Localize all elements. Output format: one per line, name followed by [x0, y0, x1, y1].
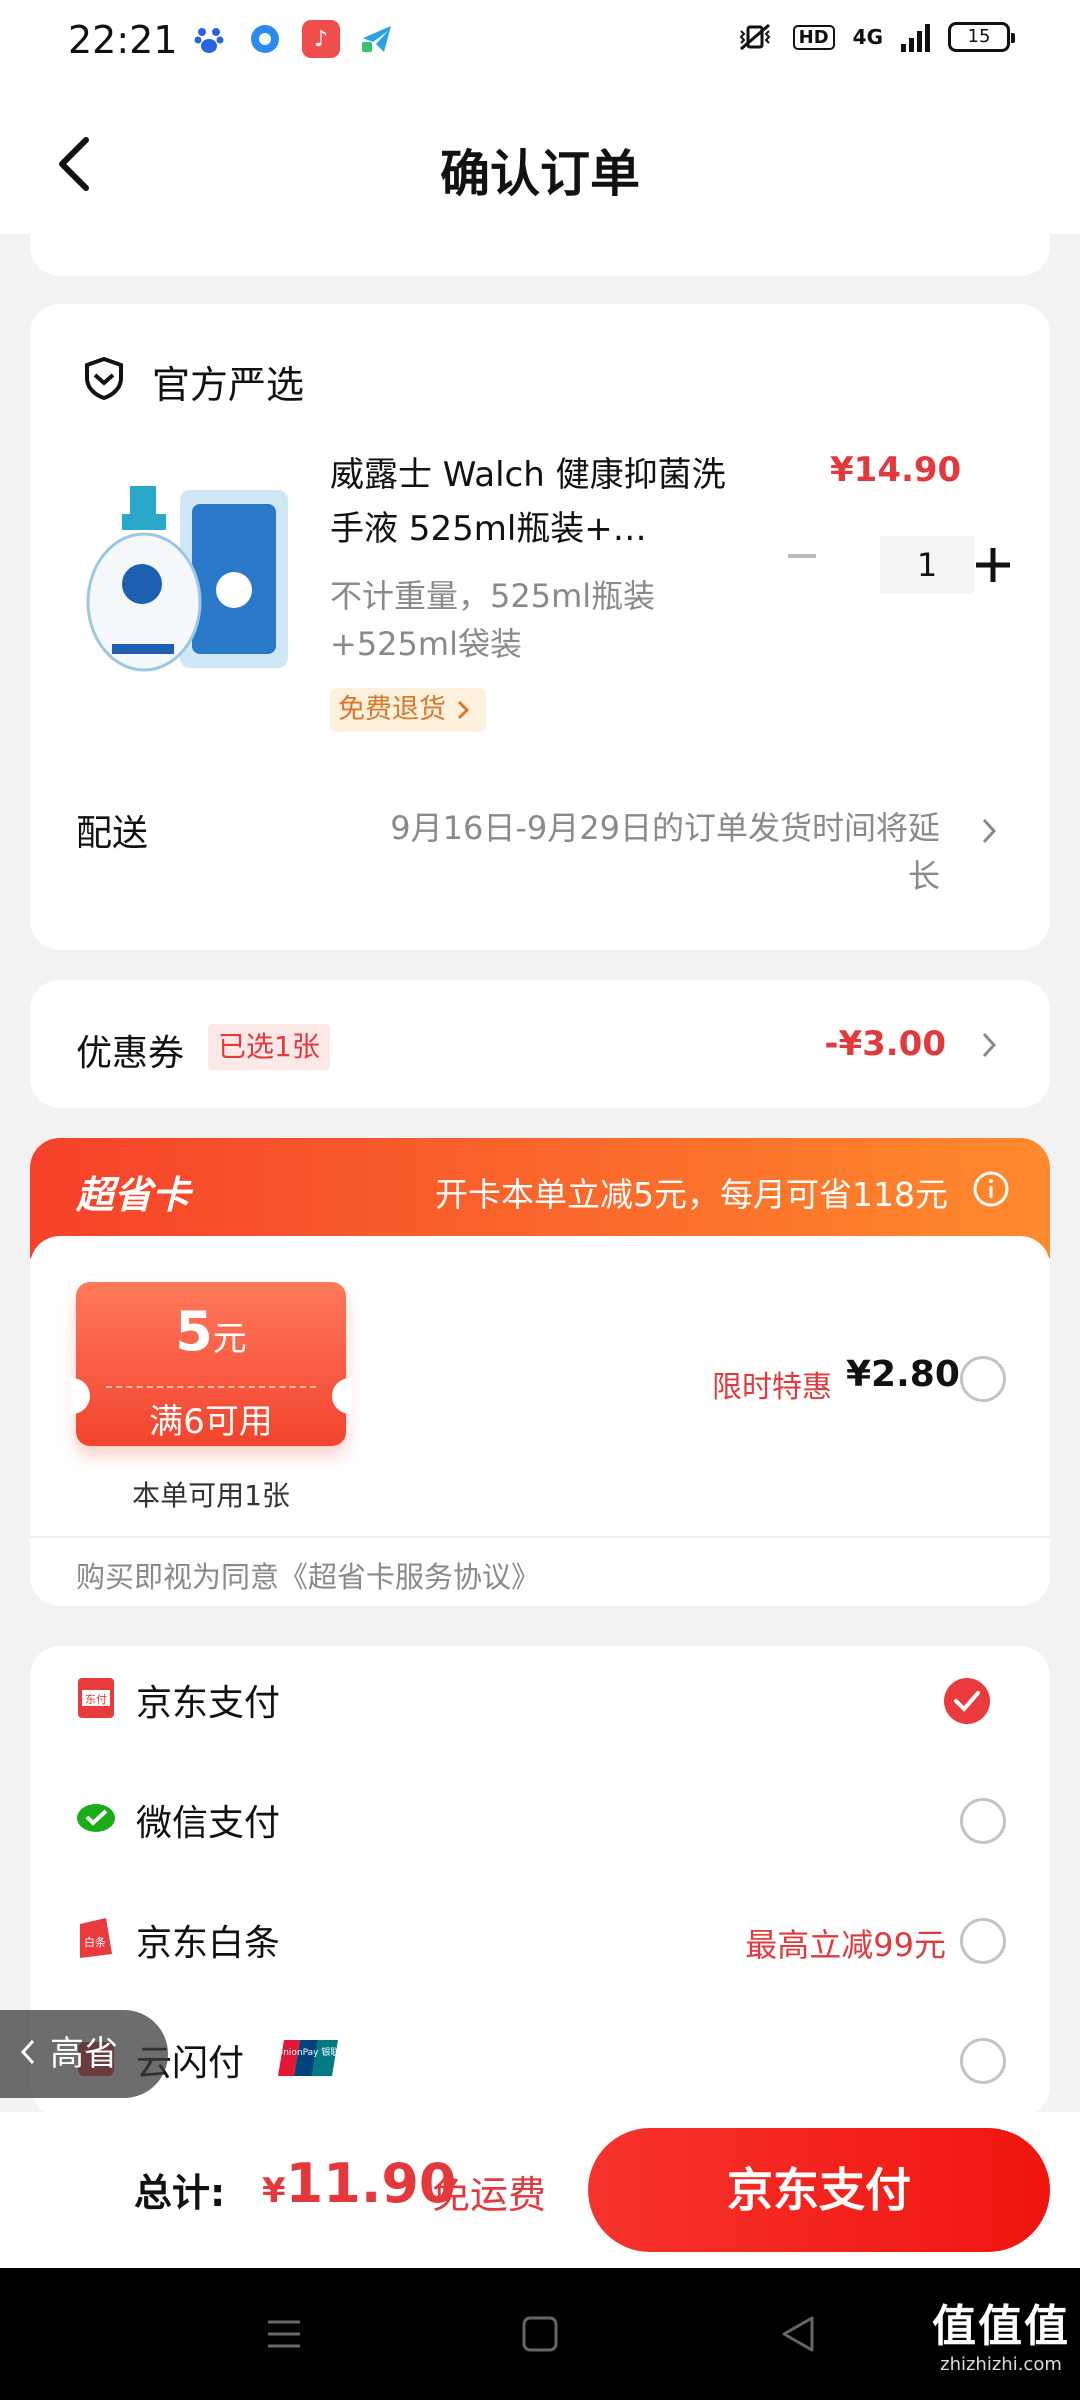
- total-label: 总计:: [134, 2171, 226, 2215]
- status-indicators: HD 4G 15: [735, 22, 1015, 52]
- super-saver-body: 5元 满6可用 本单可用1张 限时特惠 ¥2.80 购买即视为同意《超省卡服务协…: [30, 1236, 1050, 1606]
- coupon-selected-badge: 已选1张: [208, 1024, 330, 1070]
- submit-pay-button[interactable]: 京东支付: [588, 2128, 1050, 2252]
- free-return-label: 免费退货: [338, 694, 446, 725]
- voucher-availability: 本单可用1张: [132, 1479, 290, 1512]
- payment-radio[interactable]: [960, 1918, 1006, 1964]
- voucher-condition: 满6可用: [149, 1402, 273, 1442]
- watermark: 值值值 zhizhizhi.com: [932, 2290, 1070, 2375]
- svg-text:东付: 东付: [85, 1693, 107, 1706]
- delivery-label: 配送: [76, 813, 149, 854]
- signal-icon: [901, 22, 930, 52]
- product-title[interactable]: 威露士 Walch 健康抑菌洗手液 525ml瓶装+…: [330, 448, 750, 556]
- quantity-minus-button[interactable]: [782, 536, 822, 576]
- back-triangle-icon[interactable]: [776, 2312, 820, 2356]
- side-float-label: 高省: [50, 2034, 118, 2074]
- chevron-right-icon[interactable]: [980, 1030, 998, 1060]
- payment-methods-card: 东付 京东支付 微信支付 白条 京东白条 最高立减99元 云闪付 UnionPa…: [30, 1646, 1050, 2116]
- coupon-amount: -¥3.00: [824, 1024, 946, 1064]
- info-icon[interactable]: [972, 1170, 1010, 1208]
- payment-option-baitiao[interactable]: 白条 京东白条 最高立减99元: [30, 1886, 1050, 1996]
- chevron-right-icon: [457, 700, 470, 720]
- vibrate-icon: [739, 23, 771, 51]
- shield-icon: [85, 356, 123, 400]
- coupon-label: 优惠券: [76, 1033, 185, 1074]
- payment-promo: 最高立减99元: [745, 1926, 946, 1964]
- status-bar: 22:21 ♪ HD 4G 15: [0, 0, 1080, 84]
- qq-browser-icon: [246, 20, 284, 58]
- chevron-right-icon[interactable]: [980, 816, 998, 846]
- product-price: ¥14.90: [830, 450, 962, 490]
- side-float-button[interactable]: 高省: [0, 2010, 168, 2098]
- payment-radio[interactable]: [960, 1798, 1006, 1844]
- jd-pay-icon: 东付: [78, 1678, 114, 1718]
- telegram-icon: [358, 20, 396, 58]
- unionpay-badge: UnionPay 银联: [278, 2040, 338, 2076]
- watermark-logo: 值值值: [932, 2301, 1070, 2352]
- baidu-icon: [190, 20, 228, 58]
- super-saver-radio[interactable]: [960, 1356, 1006, 1402]
- divider: [30, 1536, 1050, 1538]
- total-amount: ¥11.90: [262, 2152, 457, 2215]
- checked-radio-icon[interactable]: [944, 1678, 990, 1724]
- payment-radio[interactable]: [960, 2038, 1006, 2084]
- delivery-text[interactable]: 9月16日-9月29日的订单发货时间将延长: [360, 804, 940, 900]
- free-return-tag[interactable]: 免费退货: [330, 688, 486, 732]
- status-time: 22:21: [68, 18, 178, 62]
- system-nav-bar: 值值值 zhizhizhi.com: [0, 2268, 1080, 2400]
- chevron-left-icon: [20, 2039, 35, 2065]
- shop-name: 官方严选: [152, 363, 305, 407]
- hd-badge: HD: [792, 24, 835, 50]
- page-title: 确认订单: [440, 145, 640, 203]
- menu-icon[interactable]: [262, 2312, 306, 2356]
- quantity-value[interactable]: 1: [880, 536, 974, 594]
- svg-text:UnionPay 银联: UnionPay 银联: [278, 2046, 338, 2058]
- page-header: 确认订单: [0, 84, 1080, 234]
- coupon-card[interactable]: 优惠券 已选1张 -¥3.00: [30, 980, 1050, 1108]
- product-spec: 不计重量，525ml瓶装+525ml袋装: [330, 577, 656, 663]
- payment-option-wechat[interactable]: 微信支付: [30, 1766, 1050, 1876]
- payment-label: 京东白条: [136, 1923, 281, 1964]
- music-icon: ♪: [302, 20, 340, 58]
- network-type: 4G: [852, 25, 883, 49]
- super-saver-agreement[interactable]: 购买即视为同意《超省卡服务协议》: [76, 1554, 540, 1596]
- limited-offer-label: 限时特惠: [712, 1370, 832, 1405]
- status-app-icons: ♪: [190, 20, 396, 58]
- battery-icon: 15: [948, 22, 1015, 52]
- super-saver-promo: 开卡本单立减5元，每月可省118元: [435, 1175, 948, 1214]
- address-card-partial: [30, 234, 1050, 276]
- quantity-plus-button[interactable]: [970, 542, 1016, 588]
- voucher-divider: [106, 1386, 316, 1388]
- home-icon[interactable]: [518, 2312, 562, 2356]
- jd-baitiao-icon: 白条: [80, 1918, 112, 1958]
- voucher[interactable]: 5元 满6可用: [70, 1282, 352, 1446]
- payment-label: 微信支付: [136, 1803, 281, 1844]
- payment-label: 京东支付: [136, 1683, 281, 1724]
- super-saver-price: ¥2.80: [846, 1354, 960, 1395]
- product-image[interactable]: [82, 484, 292, 684]
- product-card: 官方严选 威露士 Walch 健康抑菌洗手液 525ml瓶装+… ¥14.90 …: [30, 304, 1050, 950]
- checkout-bar: 总计: ¥11.90 免运费 京东支付: [0, 2112, 1080, 2268]
- voucher-amount: 5元: [175, 1300, 247, 1363]
- svg-text:白条: 白条: [84, 1935, 106, 1949]
- watermark-url: zhizhizhi.com: [940, 2354, 1062, 2375]
- payment-option-jd-pay[interactable]: 东付 京东支付: [30, 1646, 1050, 1756]
- free-shipping-label: 免运费: [432, 2173, 547, 2217]
- payment-option-quickpass[interactable]: 云闪付 UnionPay 银联: [30, 2006, 1050, 2116]
- super-saver-card: 超省卡 开卡本单立减5元，每月可省118元 5元 满6可用 本单可用1张 限时特…: [30, 1138, 1050, 1616]
- super-saver-title: 超省卡: [76, 1173, 191, 1217]
- wechat-pay-icon: [77, 1804, 115, 1832]
